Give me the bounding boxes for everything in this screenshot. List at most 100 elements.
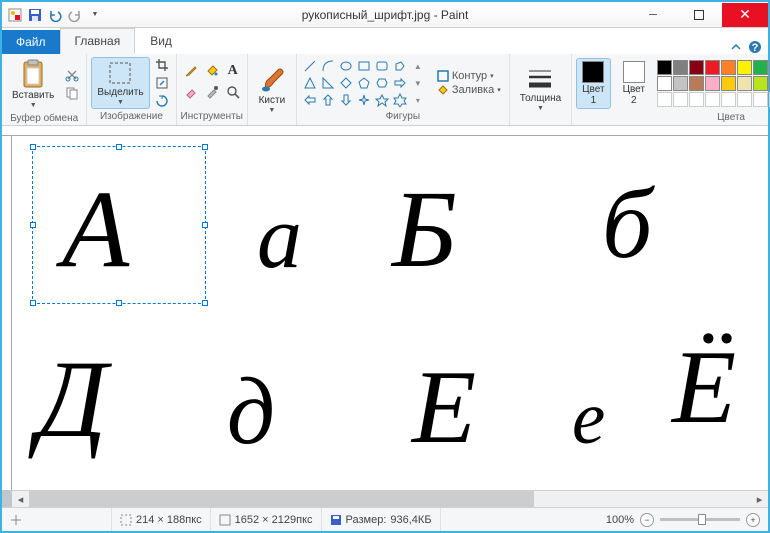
palette-color[interactable] — [705, 60, 720, 75]
group-clipboard: Вставить ▼ Буфер обмена — [2, 54, 87, 125]
crop-button[interactable] — [152, 57, 172, 74]
scrollbar-horizontal[interactable]: ◂ ▸ — [12, 490, 768, 507]
shape-oval[interactable] — [337, 58, 355, 75]
selection-handle-w[interactable] — [30, 222, 36, 228]
copy-icon — [65, 86, 79, 100]
zoom-out-button[interactable]: − — [640, 513, 654, 527]
shape-diamond[interactable] — [337, 75, 355, 92]
scroll-up-icon[interactable]: ▲ — [409, 58, 427, 75]
shape-roundrect[interactable] — [373, 58, 391, 75]
palette-color[interactable] — [721, 76, 736, 91]
selection-handle-nw[interactable] — [30, 144, 36, 150]
fill-button[interactable]: Заливка▾ — [433, 83, 505, 97]
eraser-tool[interactable] — [181, 84, 201, 101]
palette-color[interactable] — [673, 76, 688, 91]
selection-handle-s[interactable] — [116, 300, 122, 306]
brushes-button[interactable]: Кисти ▼ — [252, 61, 292, 117]
color1-button[interactable]: Цвет 1 — [576, 58, 610, 109]
palette-color[interactable] — [657, 60, 672, 75]
palette-color[interactable] — [705, 76, 720, 91]
shape-line[interactable] — [301, 58, 319, 75]
save-icon[interactable] — [26, 6, 44, 24]
tab-home[interactable]: Главная — [60, 28, 136, 54]
pencil-tool[interactable] — [181, 63, 201, 80]
selection-handle-n[interactable] — [116, 144, 122, 150]
shapes-gallery[interactable]: ▲ ▼ ▾ — [301, 58, 427, 109]
scrollbar-thumb[interactable] — [29, 491, 534, 508]
shape-star4[interactable] — [355, 92, 373, 109]
palette-color[interactable] — [689, 92, 704, 107]
handwritten-letter: е — [572, 376, 605, 462]
help-icon[interactable]: ? — [748, 40, 762, 54]
rotate-button[interactable] — [152, 93, 172, 110]
palette-color[interactable] — [673, 60, 688, 75]
palette-color[interactable] — [753, 60, 768, 75]
tab-file[interactable]: Файл — [2, 30, 60, 54]
shape-arrow-d[interactable] — [337, 92, 355, 109]
shape-polygon[interactable] — [391, 58, 409, 75]
selection-handle-e[interactable] — [202, 222, 208, 228]
paste-button[interactable]: Вставить ▼ — [6, 56, 60, 112]
selection-handle-ne[interactable] — [202, 144, 208, 150]
text-tool[interactable]: A — [223, 63, 243, 80]
thickness-icon — [526, 66, 554, 92]
undo-icon[interactable] — [46, 6, 64, 24]
palette-color[interactable] — [721, 92, 736, 107]
shape-arrow-u[interactable] — [319, 92, 337, 109]
thickness-button[interactable]: Толщина ▼ — [514, 63, 567, 115]
maximize-button[interactable] — [676, 3, 722, 27]
zoom-in-button[interactable]: + — [746, 513, 760, 527]
palette-color[interactable] — [721, 60, 736, 75]
resize-button[interactable] — [152, 75, 172, 92]
scroll-down-icon[interactable]: ▼ — [409, 75, 427, 92]
scroll-left-button[interactable]: ◂ — [12, 491, 29, 508]
redo-icon[interactable] — [66, 6, 84, 24]
outline-button[interactable]: Контур▾ — [433, 69, 505, 83]
cut-button[interactable] — [62, 67, 82, 84]
shape-arrow-l[interactable] — [301, 92, 319, 109]
window-controls: ─ ✕ — [630, 3, 768, 27]
shape-arrow-r[interactable] — [391, 75, 409, 92]
palette-color[interactable] — [753, 92, 768, 107]
crop-icon — [155, 58, 169, 72]
palette-color[interactable] — [689, 60, 704, 75]
shape-curve[interactable] — [319, 58, 337, 75]
zoom-slider-thumb[interactable] — [698, 514, 706, 525]
palette-color[interactable] — [657, 92, 672, 107]
handwritten-letter: Е — [412, 346, 476, 467]
shape-hexagon[interactable] — [373, 75, 391, 92]
palette-color[interactable] — [673, 92, 688, 107]
copy-button[interactable] — [62, 85, 82, 102]
shape-pentagon[interactable] — [355, 75, 373, 92]
canvas[interactable]: АаБбДдЕеЁ — [12, 136, 768, 490]
shape-triangle[interactable] — [301, 75, 319, 92]
palette-color[interactable] — [737, 92, 752, 107]
palette-color[interactable] — [737, 60, 752, 75]
zoom-slider[interactable] — [660, 518, 740, 521]
selection-handle-se[interactable] — [202, 300, 208, 306]
palette-color[interactable] — [737, 76, 752, 91]
shape-rect[interactable] — [355, 58, 373, 75]
minimize-button[interactable]: ─ — [630, 3, 676, 27]
zoom-tool[interactable] — [223, 84, 243, 101]
select-button[interactable]: Выделить ▼ — [91, 57, 149, 109]
color2-button[interactable]: Цвет 2 — [617, 58, 651, 109]
shape-rtriangle[interactable] — [319, 75, 337, 92]
picker-tool[interactable] — [202, 84, 222, 101]
bucket-tool[interactable] — [202, 63, 222, 80]
tab-view[interactable]: Вид — [135, 28, 187, 54]
expand-gallery-icon[interactable]: ▾ — [409, 92, 427, 109]
palette-color[interactable] — [657, 76, 672, 91]
scrollbar-track[interactable] — [29, 491, 751, 508]
paint-app-icon[interactable] — [6, 6, 24, 24]
shape-star5[interactable] — [373, 92, 391, 109]
selection-handle-sw[interactable] — [30, 300, 36, 306]
palette-color[interactable] — [753, 76, 768, 91]
minimize-ribbon-icon[interactable] — [730, 41, 742, 53]
palette-color[interactable] — [705, 92, 720, 107]
shape-star6[interactable] — [391, 92, 409, 109]
scroll-right-button[interactable]: ▸ — [751, 491, 768, 508]
close-button[interactable]: ✕ — [722, 3, 768, 27]
qat-dropdown-icon[interactable]: ▼ — [86, 6, 104, 24]
palette-color[interactable] — [689, 76, 704, 91]
